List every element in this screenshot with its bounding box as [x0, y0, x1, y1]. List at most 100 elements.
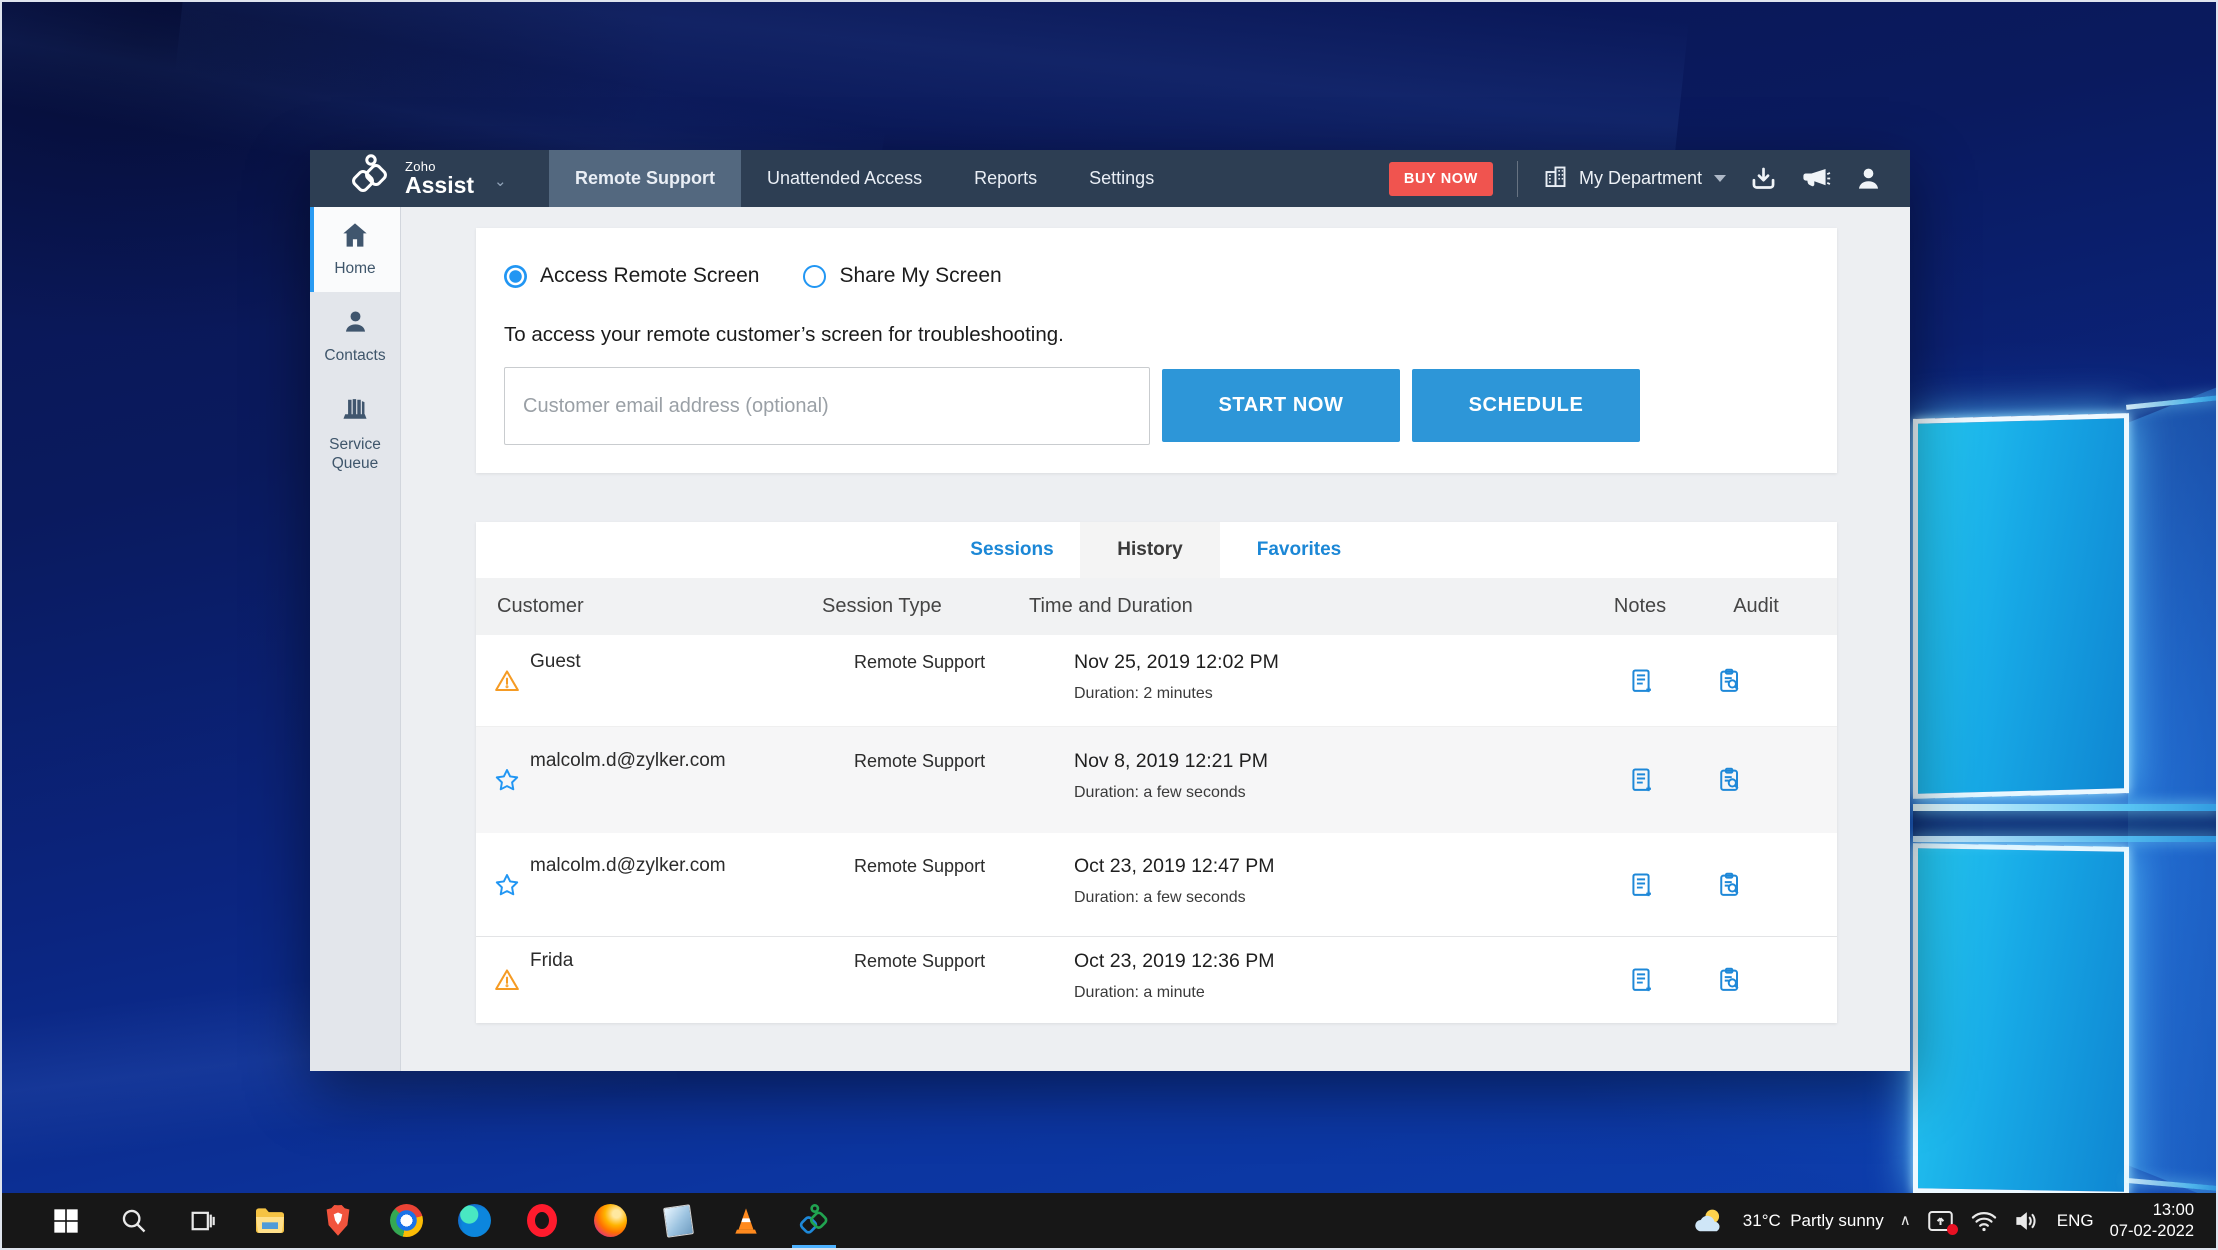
session-type: Remote Support — [854, 947, 985, 975]
nav-tab-reports[interactable]: Reports — [948, 150, 1063, 207]
tab-history[interactable]: History — [1080, 522, 1220, 578]
notes-icon[interactable] — [1627, 667, 1655, 695]
buy-now-button[interactable]: BUY NOW — [1389, 162, 1493, 196]
sidebar-item-label: Contacts — [324, 347, 385, 365]
department-label: My Department — [1579, 168, 1702, 189]
system-tray: 31°C Partly sunny ∧ ENG 13:00 07-02-2022 — [1693, 1200, 2216, 1242]
wifi-icon[interactable] — [1970, 1209, 1998, 1233]
weather-temperature[interactable]: 31°C Partly sunny — [1743, 1211, 1884, 1231]
sidebar: Home Contacts — [310, 207, 401, 1071]
table-row[interactable]: malcolm.d@zylker.com Remote Support Oct … — [476, 833, 1837, 937]
clock-time: 13:00 — [2110, 1200, 2194, 1221]
remote-access-description: To access your remote customer’s screen … — [504, 323, 1064, 347]
notes-icon[interactable] — [1627, 966, 1655, 994]
department-building-icon — [1542, 163, 1569, 195]
sidebar-item-service-queue[interactable]: Service Queue — [310, 392, 400, 476]
department-caret-icon — [1714, 175, 1726, 182]
screen-mode-radios: Access Remote Screen Share My Screen — [504, 264, 1002, 288]
search-icon[interactable] — [100, 1193, 168, 1248]
file-explorer-icon[interactable] — [236, 1193, 304, 1248]
remote-access-panel: Access Remote Screen Share My Screen To … — [476, 228, 1837, 473]
nav-tab-unattended-access[interactable]: Unattended Access — [741, 150, 948, 207]
volume-icon[interactable] — [2014, 1209, 2041, 1233]
sessions-panel: Sessions History Favorites Customer Sess… — [476, 522, 1837, 1023]
notes-icon[interactable] — [1627, 766, 1655, 794]
customer-name: Guest — [530, 648, 581, 676]
session-time: Oct 23, 2019 12:36 PM — [1074, 947, 1275, 975]
sidebar-item-home[interactable]: Home — [310, 207, 400, 292]
zoho-assist-taskbar-icon[interactable] — [780, 1193, 848, 1248]
radio-access-remote-screen[interactable] — [504, 265, 527, 288]
tray-expand-chevron-icon[interactable]: ∧ — [1900, 1211, 1911, 1229]
column-header-customer: Customer — [497, 578, 584, 635]
customer-email-input[interactable] — [504, 367, 1150, 445]
table-header: Customer Session Type Time and Duration … — [476, 578, 1837, 635]
table-row[interactable]: Guest Remote Support Nov 25, 2019 12:02 … — [476, 635, 1837, 727]
tab-favorites[interactable]: Favorites — [1224, 522, 1374, 578]
session-duration: Duration: a few seconds — [1074, 886, 1246, 910]
nav-tab-remote-support[interactable]: Remote Support — [549, 150, 741, 207]
audit-icon[interactable] — [1716, 966, 1744, 994]
column-header-audit: Audit — [1716, 578, 1796, 635]
radio-label[interactable]: Access Remote Screen — [540, 264, 759, 288]
main-content: Access Remote Screen Share My Screen To … — [401, 207, 1910, 1071]
user-profile-icon[interactable] — [1855, 165, 1882, 192]
customer-name: malcolm.d@zylker.com — [530, 747, 726, 775]
session-time: Nov 8, 2019 12:21 PM — [1074, 747, 1268, 775]
opera-browser-icon[interactable] — [508, 1193, 576, 1248]
sidebar-item-contacts[interactable]: Contacts — [310, 304, 400, 368]
vlc-player-icon[interactable] — [712, 1193, 780, 1248]
session-time: Oct 23, 2019 12:47 PM — [1074, 852, 1275, 880]
language-indicator[interactable]: ENG — [2057, 1211, 2094, 1231]
nav-tab-settings[interactable]: Settings — [1063, 150, 1180, 207]
start-now-button[interactable]: START NOW — [1162, 369, 1400, 442]
department-selector[interactable]: My Department — [1542, 163, 1726, 195]
warning-icon — [494, 967, 520, 993]
chrome-browser-icon[interactable] — [372, 1193, 440, 1248]
window-body: Home Contacts — [310, 207, 1910, 1071]
audit-icon[interactable] — [1716, 871, 1744, 899]
edge-browser-icon[interactable] — [440, 1193, 508, 1248]
notepad-icon[interactable] — [644, 1193, 712, 1248]
column-header-notes: Notes — [1600, 578, 1680, 635]
session-type: Remote Support — [854, 852, 985, 880]
notes-icon[interactable] — [1627, 871, 1655, 899]
wallpaper-dark-band — [1913, 811, 2218, 836]
session-time: Nov 25, 2019 12:02 PM — [1074, 648, 1279, 676]
audit-icon[interactable] — [1716, 766, 1744, 794]
wallpaper-light-beam — [2128, 386, 2218, 1202]
session-duration: Duration: a minute — [1074, 981, 1205, 1005]
brave-browser-icon[interactable] — [304, 1193, 372, 1248]
schedule-button[interactable]: SCHEDULE — [1412, 369, 1640, 442]
column-header-session-type: Session Type — [822, 578, 942, 635]
audit-icon[interactable] — [1716, 667, 1744, 695]
wallpaper-light-ray — [1913, 836, 2218, 842]
download-icon[interactable] — [1750, 165, 1777, 192]
app-navbar: Zoho Assist ⌄ Remote Support Unattended … — [310, 150, 1910, 207]
contacts-icon — [342, 308, 369, 340]
radio-label[interactable]: Share My Screen — [839, 264, 1001, 288]
brand-chevron-down-icon[interactable]: ⌄ — [494, 172, 507, 190]
zoho-assist-logo-icon — [347, 153, 393, 204]
screen-share-tray-icon[interactable] — [1927, 1209, 1954, 1233]
weather-icon[interactable] — [1693, 1206, 1727, 1236]
windows-taskbar: 31°C Partly sunny ∧ ENG 13:00 07-02-2022 — [2, 1193, 2216, 1248]
zoho-assist-brand[interactable]: Zoho Assist ⌄ — [310, 150, 549, 207]
firefox-browser-icon[interactable] — [576, 1193, 644, 1248]
main-nav: Remote Support Unattended Access Reports… — [549, 150, 1180, 207]
tab-sessions[interactable]: Sessions — [936, 522, 1088, 578]
desktop: Zoho Assist ⌄ Remote Support Unattended … — [0, 0, 2218, 1250]
history-rows: Guest Remote Support Nov 25, 2019 12:02 … — [476, 635, 1837, 1023]
session-duration: Duration: a few seconds — [1074, 781, 1246, 805]
sidebar-item-label: Home — [334, 260, 375, 278]
column-header-time-duration: Time and Duration — [1029, 578, 1193, 635]
task-view-icon[interactable] — [168, 1193, 236, 1248]
windows-logo-pane — [1913, 413, 2129, 799]
table-row[interactable]: malcolm.d@zylker.com Remote Support Nov … — [476, 727, 1837, 833]
radio-share-my-screen[interactable] — [803, 265, 826, 288]
clock-date: 07-02-2022 — [2110, 1221, 2194, 1242]
taskbar-clock[interactable]: 13:00 07-02-2022 — [2110, 1200, 2194, 1242]
table-row[interactable]: Frida Remote Support Oct 23, 2019 12:36 … — [476, 937, 1837, 1023]
start-button[interactable] — [32, 1193, 100, 1248]
announcements-megaphone-icon[interactable] — [1801, 165, 1831, 192]
